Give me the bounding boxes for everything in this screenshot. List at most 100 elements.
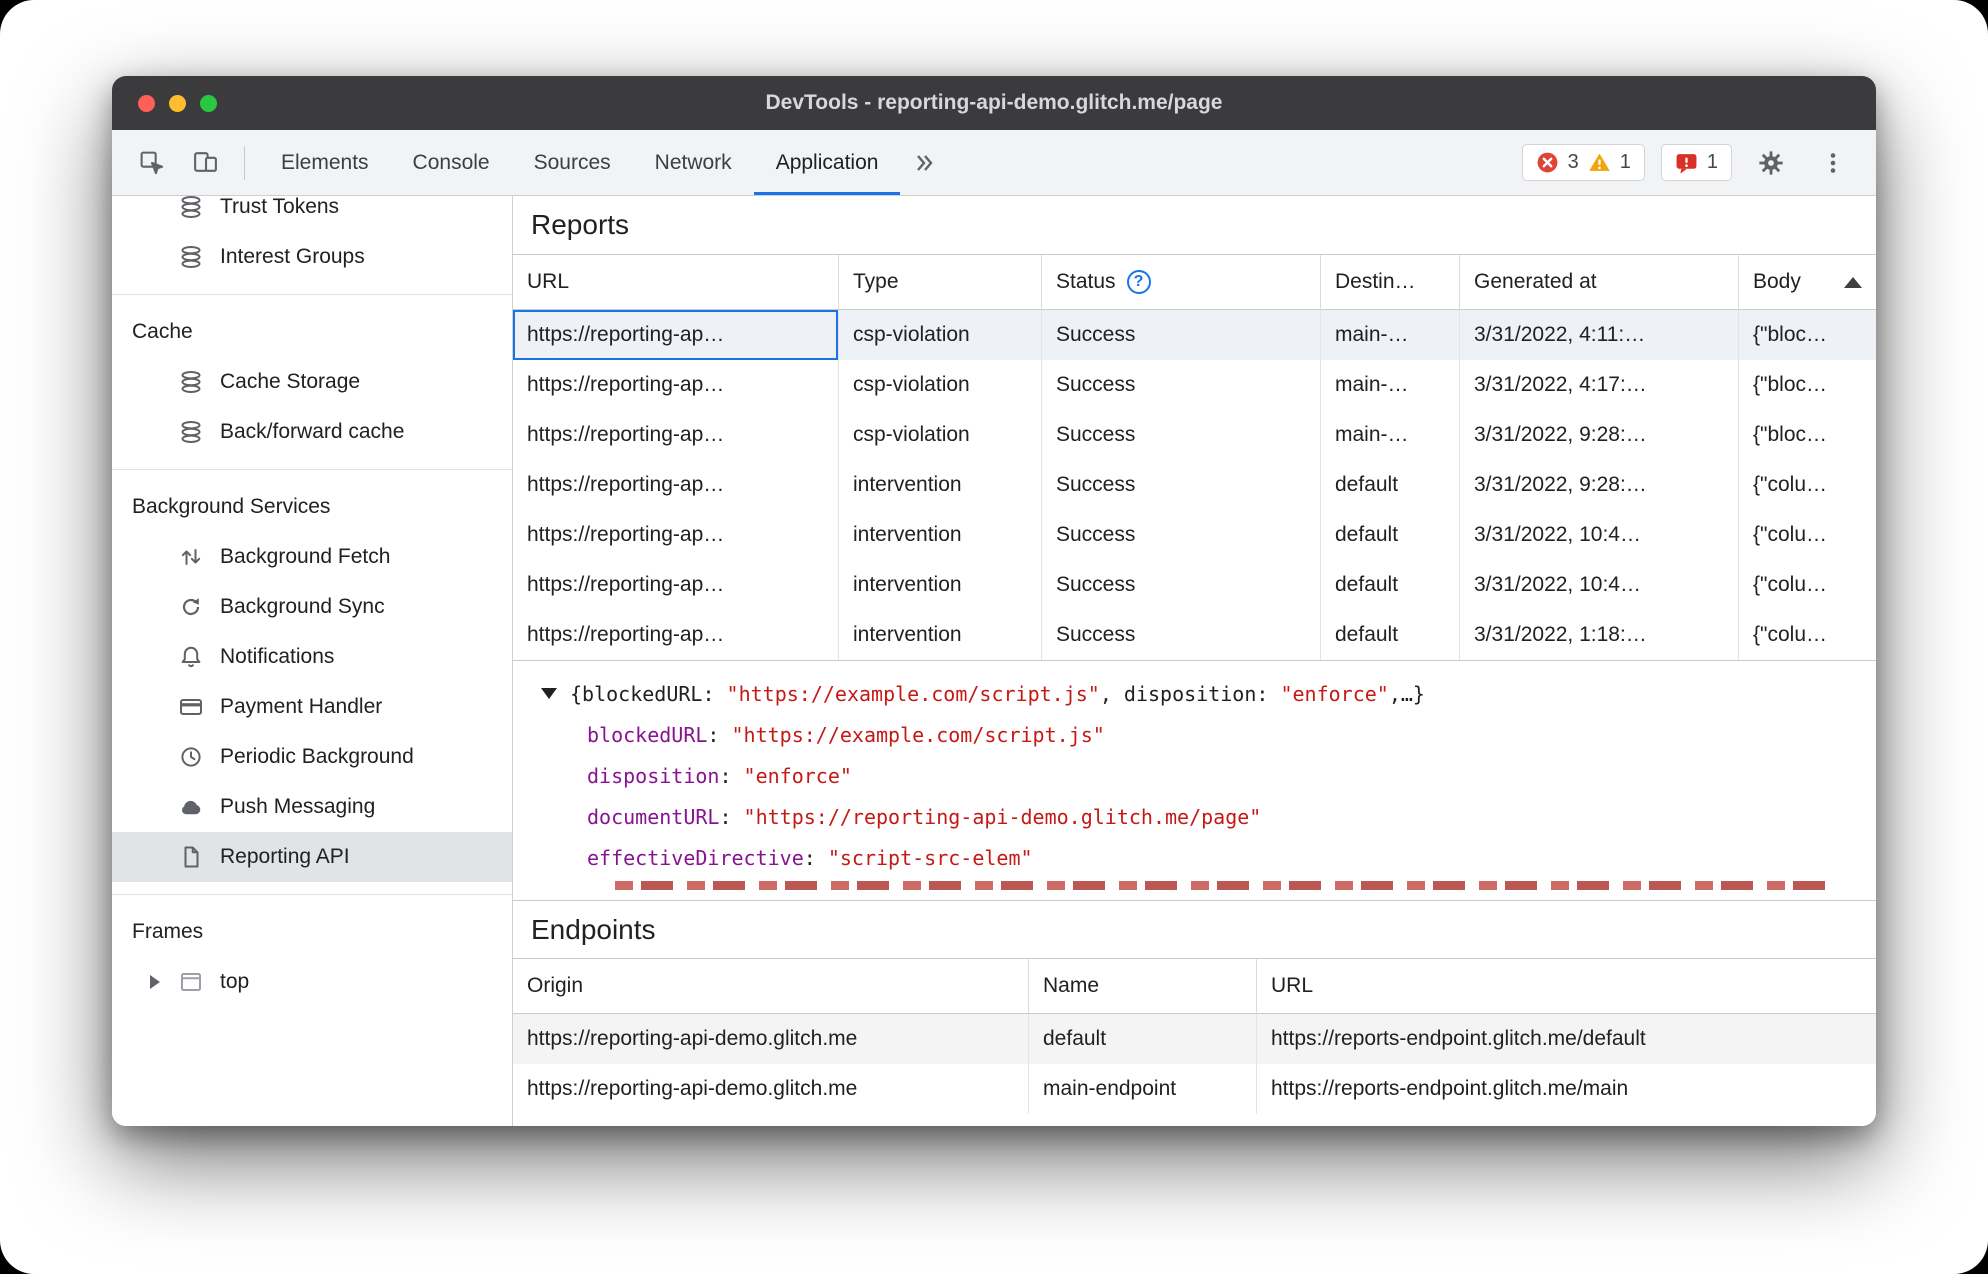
endpoint-row[interactable]: https://reporting-api-demo.glitch.me mai…: [513, 1064, 1876, 1114]
report-url-cell[interactable]: https://reporting-ap…: [513, 560, 839, 610]
report-status-cell[interactable]: Success: [1042, 410, 1321, 460]
sidebar-item-background-fetch[interactable]: Background Fetch: [112, 532, 512, 582]
tab-sources[interactable]: Sources: [512, 130, 633, 195]
column-header-type[interactable]: Type: [839, 254, 1042, 310]
report-row[interactable]: https://reporting-ap… csp-violation Succ…: [513, 360, 1876, 410]
report-body-cell[interactable]: {"colu…: [1739, 610, 1876, 660]
column-label: Body: [1753, 270, 1801, 293]
report-type-cell[interactable]: csp-violation: [839, 410, 1042, 460]
report-destination-cell[interactable]: default: [1321, 610, 1460, 660]
sidebar-item-push-messaging[interactable]: Push Messaging: [112, 782, 512, 832]
report-destination-cell[interactable]: main-…: [1321, 410, 1460, 460]
report-status-cell[interactable]: Success: [1042, 360, 1321, 410]
column-header-body[interactable]: Body: [1739, 254, 1876, 310]
sidebar-item-periodic-background-sync[interactable]: Periodic Background: [112, 732, 512, 782]
sidebar-item-reporting-api[interactable]: Reporting API: [112, 832, 512, 882]
report-url-cell[interactable]: https://reporting-ap…: [513, 410, 839, 460]
zoom-window-button[interactable]: [200, 94, 217, 112]
report-generated-cell[interactable]: 3/31/2022, 10:4…: [1460, 510, 1739, 560]
report-body-cell[interactable]: {"bloc…: [1739, 310, 1876, 360]
column-header-destination[interactable]: Destin…: [1321, 254, 1460, 310]
inspect-element-button[interactable]: [128, 140, 174, 186]
json-string: "https://reporting-api-demo.glitch.me/pa…: [743, 804, 1262, 829]
device-toolbar-button[interactable]: [182, 140, 228, 186]
issues-badge[interactable]: 1: [1660, 144, 1732, 181]
devtools-toolbar: Elements Console Sources Network Applica…: [112, 130, 1876, 196]
report-row[interactable]: https://reporting-ap… intervention Succe…: [513, 610, 1876, 660]
help-icon[interactable]: [1126, 270, 1151, 294]
collapse-arrow-icon[interactable]: [541, 688, 557, 699]
minimize-window-button[interactable]: [169, 94, 186, 112]
tab-network[interactable]: Network: [633, 130, 754, 195]
report-body-cell[interactable]: {"colu…: [1739, 510, 1876, 560]
report-row[interactable]: https://reporting-ap… intervention Succe…: [513, 460, 1876, 510]
endpoint-name-cell[interactable]: main-endpoint: [1029, 1064, 1257, 1114]
report-destination-cell[interactable]: default: [1321, 560, 1460, 610]
report-status-cell[interactable]: Success: [1042, 510, 1321, 560]
report-generated-cell[interactable]: 3/31/2022, 4:11:…: [1460, 310, 1739, 360]
report-destination-cell[interactable]: main-…: [1321, 310, 1460, 360]
report-type-cell[interactable]: intervention: [839, 460, 1042, 510]
report-row[interactable]: https://reporting-ap… csp-violation Succ…: [513, 410, 1876, 460]
report-generated-cell[interactable]: 3/31/2022, 1:18:…: [1460, 610, 1739, 660]
report-row[interactable]: https://reporting-ap… intervention Succe…: [513, 510, 1876, 560]
console-errors-warnings-badge[interactable]: 3 1: [1521, 144, 1645, 181]
column-header-generated-at[interactable]: Generated at: [1460, 254, 1739, 310]
sidebar-item-back-forward-cache[interactable]: Back/forward cache: [112, 407, 512, 457]
settings-button[interactable]: [1748, 140, 1794, 186]
report-status-cell[interactable]: Success: [1042, 460, 1321, 510]
devtools-menu-button[interactable]: [1810, 140, 1856, 186]
endpoint-origin-cell[interactable]: https://reporting-api-demo.glitch.me: [513, 1064, 1029, 1114]
report-destination-cell[interactable]: main-…: [1321, 360, 1460, 410]
tab-console[interactable]: Console: [391, 130, 512, 195]
column-header-status[interactable]: Status: [1042, 254, 1321, 310]
report-generated-cell[interactable]: 3/31/2022, 4:17:…: [1460, 360, 1739, 410]
report-type-cell[interactable]: csp-violation: [839, 360, 1042, 410]
sidebar-item-trust-tokens[interactable]: Trust Tokens: [112, 196, 512, 232]
column-header-url[interactable]: URL: [513, 254, 839, 310]
tab-application[interactable]: Application: [753, 130, 901, 195]
report-generated-cell[interactable]: 3/31/2022, 9:28:…: [1460, 460, 1739, 510]
report-url-cell[interactable]: https://reporting-ap…: [513, 360, 839, 410]
endpoint-url-cell[interactable]: https://reports-endpoint.glitch.me/main: [1257, 1064, 1876, 1114]
report-destination-cell[interactable]: default: [1321, 510, 1460, 560]
sidebar-item-interest-groups[interactable]: Interest Groups: [112, 232, 512, 282]
column-header-name[interactable]: Name: [1029, 958, 1257, 1014]
report-status-cell[interactable]: Success: [1042, 560, 1321, 610]
report-status-cell[interactable]: Success: [1042, 610, 1321, 660]
report-type-cell[interactable]: intervention: [839, 560, 1042, 610]
report-generated-cell[interactable]: 3/31/2022, 10:4…: [1460, 560, 1739, 610]
sidebar-item-background-sync[interactable]: Background Sync: [112, 582, 512, 632]
endpoint-origin-cell[interactable]: https://reporting-api-demo.glitch.me: [513, 1014, 1029, 1064]
report-url-cell[interactable]: https://reporting-ap…: [513, 610, 839, 660]
report-url-cell[interactable]: https://reporting-ap…: [513, 310, 839, 360]
sidebar-item-cache-storage[interactable]: Cache Storage: [112, 357, 512, 407]
close-window-button[interactable]: [138, 94, 155, 112]
report-type-cell[interactable]: intervention: [839, 610, 1042, 660]
report-url-cell[interactable]: https://reporting-ap…: [513, 460, 839, 510]
sidebar-item-payment-handler[interactable]: Payment Handler: [112, 682, 512, 732]
column-label: Name: [1043, 974, 1100, 997]
report-body-cell[interactable]: {"bloc…: [1739, 360, 1876, 410]
report-type-cell[interactable]: csp-violation: [839, 310, 1042, 360]
sidebar-item-top-frame[interactable]: top: [112, 957, 512, 1007]
column-header-url[interactable]: URL: [1257, 958, 1876, 1014]
endpoint-row[interactable]: https://reporting-api-demo.glitch.me def…: [513, 1014, 1876, 1064]
report-row[interactable]: https://reporting-ap… csp-violation Succ…: [513, 310, 1876, 360]
report-destination-cell[interactable]: default: [1321, 460, 1460, 510]
report-status-cell[interactable]: Success: [1042, 310, 1321, 360]
tab-elements[interactable]: Elements: [259, 130, 391, 195]
report-body-cell[interactable]: {"colu…: [1739, 460, 1876, 510]
sidebar-item-notifications[interactable]: Notifications: [112, 632, 512, 682]
report-url-cell[interactable]: https://reporting-ap…: [513, 510, 839, 560]
endpoint-url-cell[interactable]: https://reports-endpoint.glitch.me/defau…: [1257, 1014, 1876, 1064]
more-tabs-button[interactable]: [900, 130, 950, 195]
report-generated-cell[interactable]: 3/31/2022, 9:28:…: [1460, 410, 1739, 460]
endpoint-name-cell[interactable]: default: [1029, 1014, 1257, 1064]
report-row[interactable]: https://reporting-ap… intervention Succe…: [513, 560, 1876, 610]
report-type-cell[interactable]: intervention: [839, 510, 1042, 560]
report-body-cell[interactable]: {"colu…: [1739, 560, 1876, 610]
disclosure-triangle-icon[interactable]: [150, 975, 160, 989]
report-body-cell[interactable]: {"bloc…: [1739, 410, 1876, 460]
column-header-origin[interactable]: Origin: [513, 958, 1029, 1014]
